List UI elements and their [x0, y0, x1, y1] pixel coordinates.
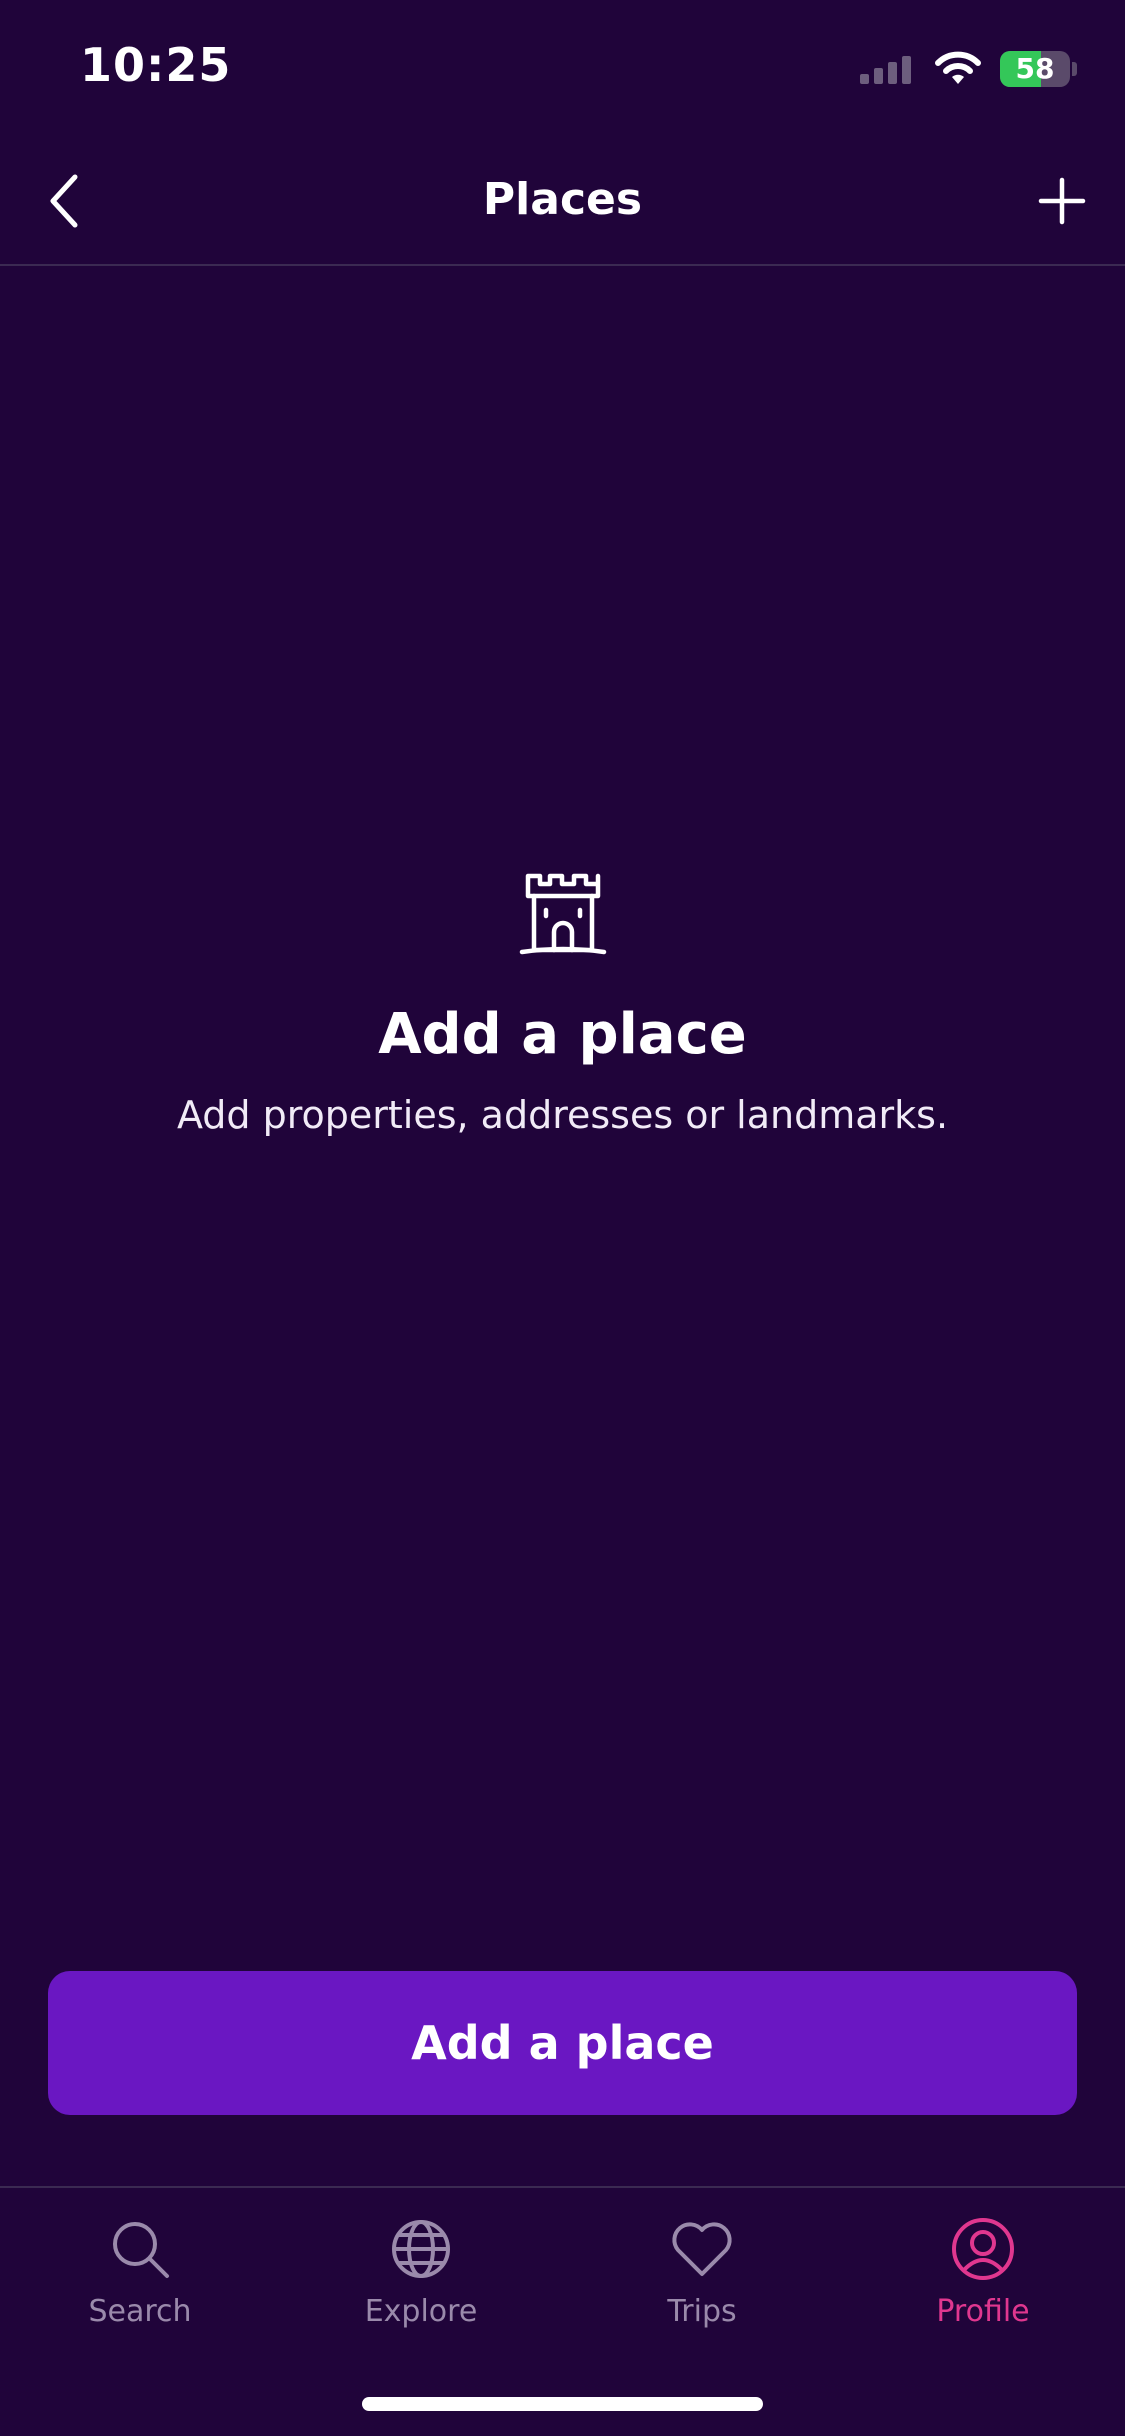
tab-explore-label: Explore: [364, 2294, 478, 2329]
wifi-icon: [935, 51, 981, 84]
battery-tip: [1072, 62, 1077, 76]
castle-icon: [519, 873, 606, 955]
status-indicators: 58: [860, 48, 1077, 90]
profile-icon: [952, 2218, 1014, 2280]
tab-trips[interactable]: Trips: [602, 2216, 802, 2366]
cellular-signal-icon: [860, 56, 911, 84]
status-bar: 10:25 58: [0, 0, 1125, 136]
heart-icon: [672, 2222, 732, 2276]
empty-state-title: Add a place: [378, 1002, 747, 1067]
plus-icon: [1038, 177, 1086, 225]
navigation-bar: Places: [0, 136, 1125, 266]
empty-state: Add a place Add properties, addresses or…: [0, 870, 1125, 1137]
tab-trips-label: Trips: [667, 2294, 737, 2329]
empty-state-subtitle: Add properties, addresses or landmarks.: [176, 1093, 949, 1137]
page-title: Places: [482, 174, 643, 225]
tab-profile[interactable]: Profile: [883, 2216, 1083, 2366]
add-place-button[interactable]: Add a place: [48, 1971, 1077, 2115]
tab-profile-label: Profile: [936, 2294, 1030, 2329]
globe-icon: [392, 2220, 450, 2278]
search-icon: [113, 2222, 169, 2278]
battery-indicator: 58: [1000, 51, 1070, 87]
tab-search[interactable]: Search: [40, 2216, 240, 2366]
places-screen: 10:25 58 Places Add a place Add properti…: [0, 0, 1125, 2436]
home-indicator: [362, 2397, 763, 2411]
battery-percentage: 58: [1015, 52, 1055, 85]
tab-search-label: Search: [88, 2294, 192, 2329]
add-place-nav-button[interactable]: [1027, 166, 1097, 236]
tab-explore[interactable]: Explore: [321, 2216, 521, 2366]
status-time: 10:25: [80, 38, 232, 92]
